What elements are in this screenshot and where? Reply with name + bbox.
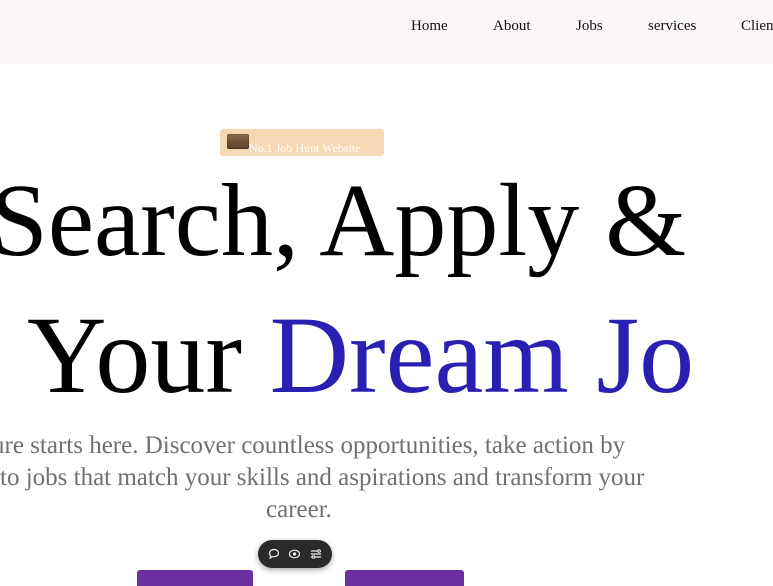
hero-subtext-line3: career. bbox=[266, 496, 332, 523]
menu-icon[interactable] bbox=[308, 546, 324, 562]
primary-cta-button[interactable] bbox=[137, 570, 253, 586]
floating-toolbar bbox=[258, 540, 332, 568]
nav-link-clients[interactable]: Clien bbox=[741, 18, 773, 35]
comment-icon[interactable] bbox=[266, 546, 282, 562]
nav-link-services[interactable]: services bbox=[648, 18, 696, 35]
hero-badge-text: No.1 Job Hunt Website bbox=[249, 141, 361, 155]
secondary-cta-button[interactable] bbox=[345, 570, 464, 586]
hero-subtext-line2: to jobs that match your skills and aspir… bbox=[0, 464, 645, 491]
hero-headline-accent: Dream Jo bbox=[269, 294, 695, 416]
nav-link-about[interactable]: About bbox=[493, 18, 531, 35]
hero-headline-plain: Your bbox=[27, 294, 270, 416]
hero-badge: No.1 Job Hunt Website bbox=[220, 129, 384, 156]
eye-icon[interactable] bbox=[287, 546, 303, 562]
nav-link-jobs[interactable]: Jobs bbox=[576, 18, 603, 35]
top-nav-bar: Home About Jobs services Clien bbox=[0, 0, 773, 64]
hero-subtext-line1: ure starts here. Discover countless oppo… bbox=[0, 432, 626, 459]
hero-headline-line2: Your Dream Jo bbox=[27, 300, 694, 410]
nav-link-home[interactable]: Home bbox=[411, 18, 448, 35]
hero-headline-line1: Search, Apply & bbox=[0, 163, 687, 278]
briefcase-icon bbox=[227, 134, 249, 149]
